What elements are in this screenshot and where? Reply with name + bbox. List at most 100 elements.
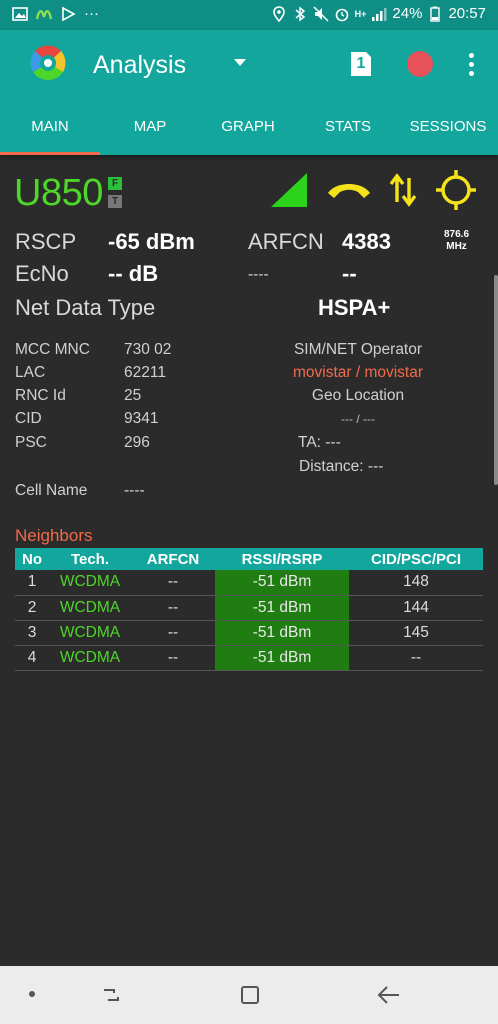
mcc-mnc-label: MCC MNC <box>15 341 90 358</box>
row-no: 4 <box>15 645 49 671</box>
dropdown-caret-icon[interactable] <box>233 58 247 68</box>
cell-signal-icon <box>372 7 387 21</box>
cid-label: CID <box>15 410 42 427</box>
rscp-value: -65 dBm <box>108 229 195 254</box>
geo-location-label: Geo Location <box>311 387 405 404</box>
app-bar: Analysis 1 MAIN MAP GRAPH STATS SESSIONS <box>0 30 498 155</box>
tab-stats[interactable]: STATS <box>298 118 398 135</box>
row-arfcn: -- <box>131 645 215 671</box>
row-rssi: -51 dBm <box>215 570 349 596</box>
row-cid: 144 <box>349 595 483 621</box>
sim-number: 1 <box>356 55 366 72</box>
phone-call-icon <box>328 184 370 198</box>
ta-value: TA: --- <box>298 434 341 451</box>
bluetooth-icon <box>295 6 305 21</box>
tab-main[interactable]: MAIN <box>0 118 100 135</box>
recent-apps-icon[interactable] <box>100 984 122 1006</box>
tab-sessions[interactable]: SESSIONS <box>398 118 498 135</box>
tab-map[interactable]: MAP <box>100 118 200 135</box>
frequency-unit: MHz <box>446 241 467 252</box>
overflow-menu-icon[interactable] <box>463 51 479 77</box>
row-no: 2 <box>15 595 49 621</box>
rnc-value: 25 <box>124 387 142 404</box>
table-row: 1 WCDMA -- -51 dBm 148 <box>15 570 483 596</box>
active-tab-indicator <box>0 152 100 155</box>
row-arfcn: -- <box>131 595 215 621</box>
operator-label: SIM/NET Operator <box>293 341 423 358</box>
mcc-mnc-value: 730 02 <box>124 341 172 358</box>
psc-value: 296 <box>124 434 150 451</box>
back-icon[interactable] <box>377 984 401 1006</box>
row-tech: WCDMA <box>49 570 131 596</box>
row-tech: WCDMA <box>49 620 131 646</box>
arfcn-label: ARFCN <box>248 229 324 254</box>
row-rssi: -51 dBm <box>215 645 349 671</box>
rscp-label: RSCP <box>15 229 77 254</box>
table-row: 4 WCDMA -- -51 dBm -- <box>15 645 483 671</box>
row-cid: -- <box>349 645 483 671</box>
signal-strength-icon <box>271 173 307 207</box>
net-data-type-value: HSPA+ <box>318 295 391 320</box>
sim-slot-button[interactable]: 1 <box>350 51 372 77</box>
table-row: 3 WCDMA -- -51 dBm 145 <box>15 620 483 646</box>
col-arfcn: ARFCN <box>131 548 215 570</box>
tab-graph[interactable]: GRAPH <box>198 118 298 135</box>
neighbors-title: Neighbors <box>15 526 93 545</box>
cell-name-value: ---- <box>124 482 145 499</box>
row-cid: 145 <box>349 620 483 646</box>
scrollbar[interactable] <box>494 275 498 485</box>
neighbors-table: No Tech. ARFCN RSSI/RSRP CID/PSC/PCI 1 W… <box>15 548 483 671</box>
row-no: 3 <box>15 620 49 646</box>
row-tech: WCDMA <box>49 645 131 671</box>
record-button[interactable] <box>407 51 433 77</box>
col-cid: CID/PSC/PCI <box>349 548 483 570</box>
badge-t: T <box>108 195 122 208</box>
status-bar: ··· H+ 24% 20:57 <box>0 0 498 30</box>
frequency: 876.6 MHz <box>444 229 469 253</box>
data-transfer-icon <box>389 173 417 207</box>
net-data-type-label: Net Data Type <box>15 295 156 320</box>
col-rssi: RSSI/RSRP <box>215 548 349 570</box>
network-type: H+ <box>354 8 367 19</box>
row-cid: 148 <box>349 570 483 596</box>
row-no: 1 <box>15 570 49 596</box>
frequency-value: 876.6 <box>444 229 470 240</box>
lac-label: LAC <box>15 364 46 381</box>
table-row: 2 WCDMA -- -51 dBm 144 <box>15 595 483 621</box>
movistar-icon <box>36 9 52 19</box>
battery-icon <box>430 6 441 22</box>
nav-hide-dot-icon[interactable] <box>29 991 35 997</box>
col-no: No <box>15 548 49 570</box>
alarm-icon <box>335 8 348 21</box>
battery-percent: 24% <box>392 5 423 22</box>
location-icon <box>272 5 285 22</box>
extra-value: -- <box>342 261 357 286</box>
screen-title[interactable]: Analysis <box>93 51 186 80</box>
neighbors-header-row: No Tech. ARFCN RSSI/RSRP CID/PSC/PCI <box>15 548 483 570</box>
ecno-label: EcNo <box>15 261 69 286</box>
home-icon[interactable] <box>239 984 261 1006</box>
badge-f: F <box>108 177 122 190</box>
clock: 20:57 <box>448 5 486 22</box>
row-tech: WCDMA <box>49 595 131 621</box>
mute-icon <box>313 5 329 22</box>
system-nav-bar <box>0 966 498 1024</box>
tab-bar: MAIN MAP GRAPH STATS SESSIONS <box>0 110 498 155</box>
cell-name-label: Cell Name <box>15 482 88 499</box>
rnc-label: RNC Id <box>15 387 66 404</box>
arfcn-value: 4383 <box>342 229 391 254</box>
play-store-icon <box>62 6 76 21</box>
more-notifications: ··· <box>84 5 99 22</box>
lac-value: 62211 <box>124 364 166 381</box>
psc-label: PSC <box>15 434 47 451</box>
ecno-value: -- dB <box>108 261 159 286</box>
gallery-icon <box>12 6 28 21</box>
distance-value: Distance: --- <box>299 458 384 475</box>
technology-band: U850 <box>14 172 103 214</box>
crosshair-locate-icon[interactable] <box>436 170 476 210</box>
cid-value: 9341 <box>124 410 159 427</box>
geo-location-value: --- / --- <box>341 412 375 426</box>
row-arfcn: -- <box>131 620 215 646</box>
extra-label: ---- <box>248 266 269 283</box>
row-rssi: -51 dBm <box>215 620 349 646</box>
